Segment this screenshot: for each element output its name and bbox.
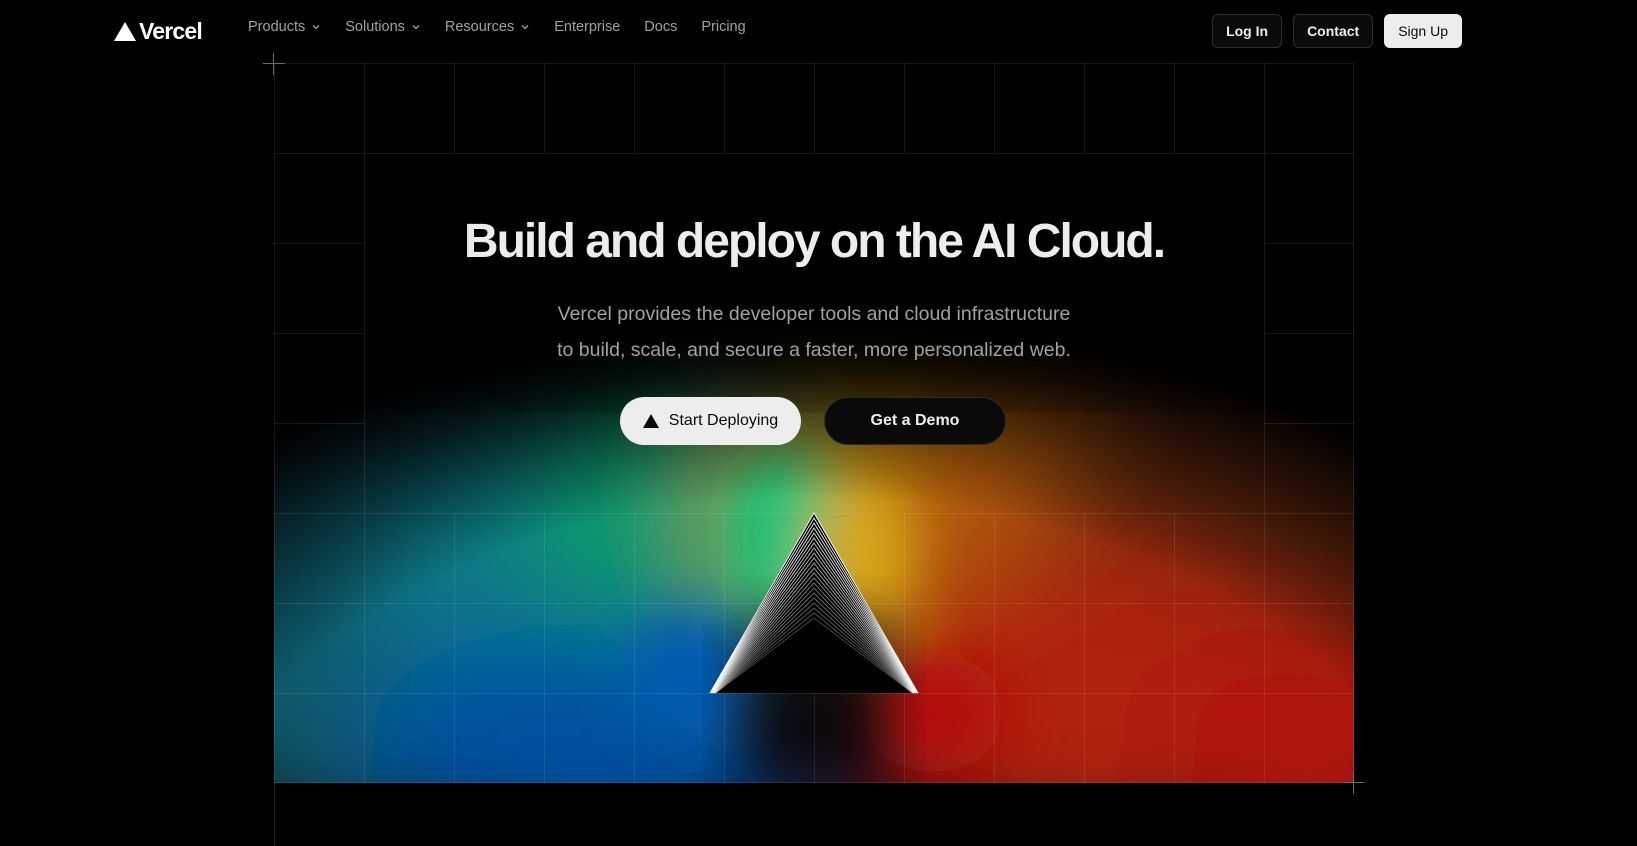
nav-item-solutions[interactable]: Solutions xyxy=(345,19,421,35)
frame-extension-line xyxy=(274,783,275,846)
start-deploying-label: Start Deploying xyxy=(668,412,779,429)
contact-button[interactable]: Contact xyxy=(1293,14,1374,48)
hero-subtitle: Vercel provides the developer tools and … xyxy=(0,296,1628,368)
nav-item-label: Pricing xyxy=(701,19,746,35)
get-a-demo-button[interactable]: Get a Demo xyxy=(824,397,1006,445)
hero-grid-frame xyxy=(274,63,1354,783)
nav-item-products[interactable]: Products xyxy=(248,19,321,35)
signup-button[interactable]: Sign Up xyxy=(1384,14,1462,48)
start-deploying-button[interactable]: Start Deploying xyxy=(620,397,801,445)
corner-crosshair-bottom-right xyxy=(1343,772,1365,794)
nav-item-docs[interactable]: Docs xyxy=(644,19,677,35)
nav-actions: Log In Contact Sign Up xyxy=(1212,14,1462,48)
nav-item-pricing[interactable]: Pricing xyxy=(701,19,745,35)
main-menu: Products Solutions Resources Enterprise … xyxy=(248,19,770,35)
hero-subtitle-line-1: Vercel provides the developer tools and … xyxy=(557,303,1071,325)
chevron-down-icon xyxy=(312,25,320,30)
top-nav: Vercel Products Solutions Resources Ente… xyxy=(0,0,1637,62)
triangle-icon xyxy=(642,414,659,428)
corner-crosshair-top-left xyxy=(263,53,285,75)
nav-item-label: Docs xyxy=(644,19,678,35)
vercel-logo[interactable]: Vercel xyxy=(114,17,203,45)
hero-subtitle-line-2: to build, scale, and secure a faster, mo… xyxy=(557,339,1071,361)
triangle-logo-icon xyxy=(114,21,136,41)
nav-item-resources[interactable]: Resources xyxy=(445,19,530,35)
nav-item-label: Solutions xyxy=(345,19,405,35)
nav-item-label: Enterprise xyxy=(554,19,621,35)
chevron-down-icon xyxy=(412,25,420,30)
prism-triangle-icon xyxy=(709,512,919,694)
nav-item-label: Resources xyxy=(444,19,515,35)
nav-item-enterprise[interactable]: Enterprise xyxy=(554,19,620,35)
nav-item-label: Products xyxy=(248,19,306,35)
login-button[interactable]: Log In xyxy=(1212,14,1283,48)
hero-title: Build and deploy on the AI Cloud. xyxy=(463,215,1166,268)
chevron-down-icon xyxy=(521,25,529,30)
brand-name: Vercel xyxy=(139,17,203,44)
